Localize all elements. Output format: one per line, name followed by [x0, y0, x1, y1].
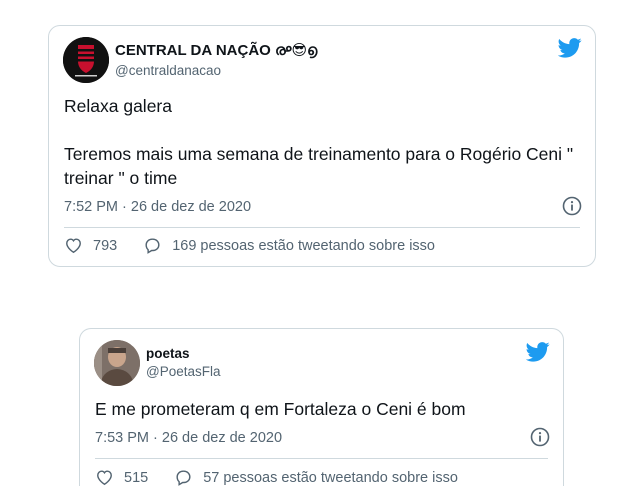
conversation-link[interactable]: 169 pessoas estão tweetando sobre isso: [172, 238, 435, 254]
speech-bubble-icon[interactable]: [174, 468, 193, 486]
conversation-link[interactable]: 57 pessoas estão tweetando sobre isso: [203, 470, 458, 486]
info-icon[interactable]: [562, 196, 582, 216]
avatar[interactable]: [63, 37, 109, 83]
tweet-stats: 515 57 pessoas estão tweetando sobre iss…: [95, 468, 458, 486]
twitter-bird-icon[interactable]: [526, 342, 550, 362]
tweet-text: Relaxa galera Teremos mais uma semana de…: [64, 96, 574, 188]
tweet-stats: 793 169 pessoas estão tweetando sobre is…: [64, 236, 435, 255]
tweet-card[interactable]: poetas @PoetasFla E me prometeram q em F…: [79, 328, 564, 486]
tweet-timestamp[interactable]: 7:52 PM · 26 de dez de 2020: [64, 199, 251, 215]
divider: [64, 227, 580, 228]
display-name[interactable]: poetas: [146, 346, 190, 361]
user-handle[interactable]: @centraldanacao: [115, 63, 221, 78]
speech-bubble-icon[interactable]: [143, 236, 162, 255]
like-count[interactable]: 515: [124, 470, 148, 486]
info-icon[interactable]: [530, 427, 550, 447]
tweet-timestamp[interactable]: 7:53 PM · 26 de dez de 2020: [95, 430, 282, 446]
like-count[interactable]: 793: [93, 238, 117, 254]
tweet-text: E me prometeram q em Fortaleza o Ceni é …: [95, 399, 466, 419]
user-handle[interactable]: @PoetasFla: [146, 364, 221, 379]
avatar[interactable]: [94, 340, 140, 386]
heart-icon[interactable]: [64, 236, 83, 255]
twitter-bird-icon[interactable]: [558, 38, 582, 58]
display-name[interactable]: CENTRAL DA NAÇÃO ൙😎൭: [115, 41, 317, 59]
divider: [95, 458, 548, 459]
heart-icon[interactable]: [95, 468, 114, 486]
tweet-card[interactable]: CENTRAL DA NAÇÃO ൙😎൭ @centraldanacao Rel…: [48, 25, 596, 267]
